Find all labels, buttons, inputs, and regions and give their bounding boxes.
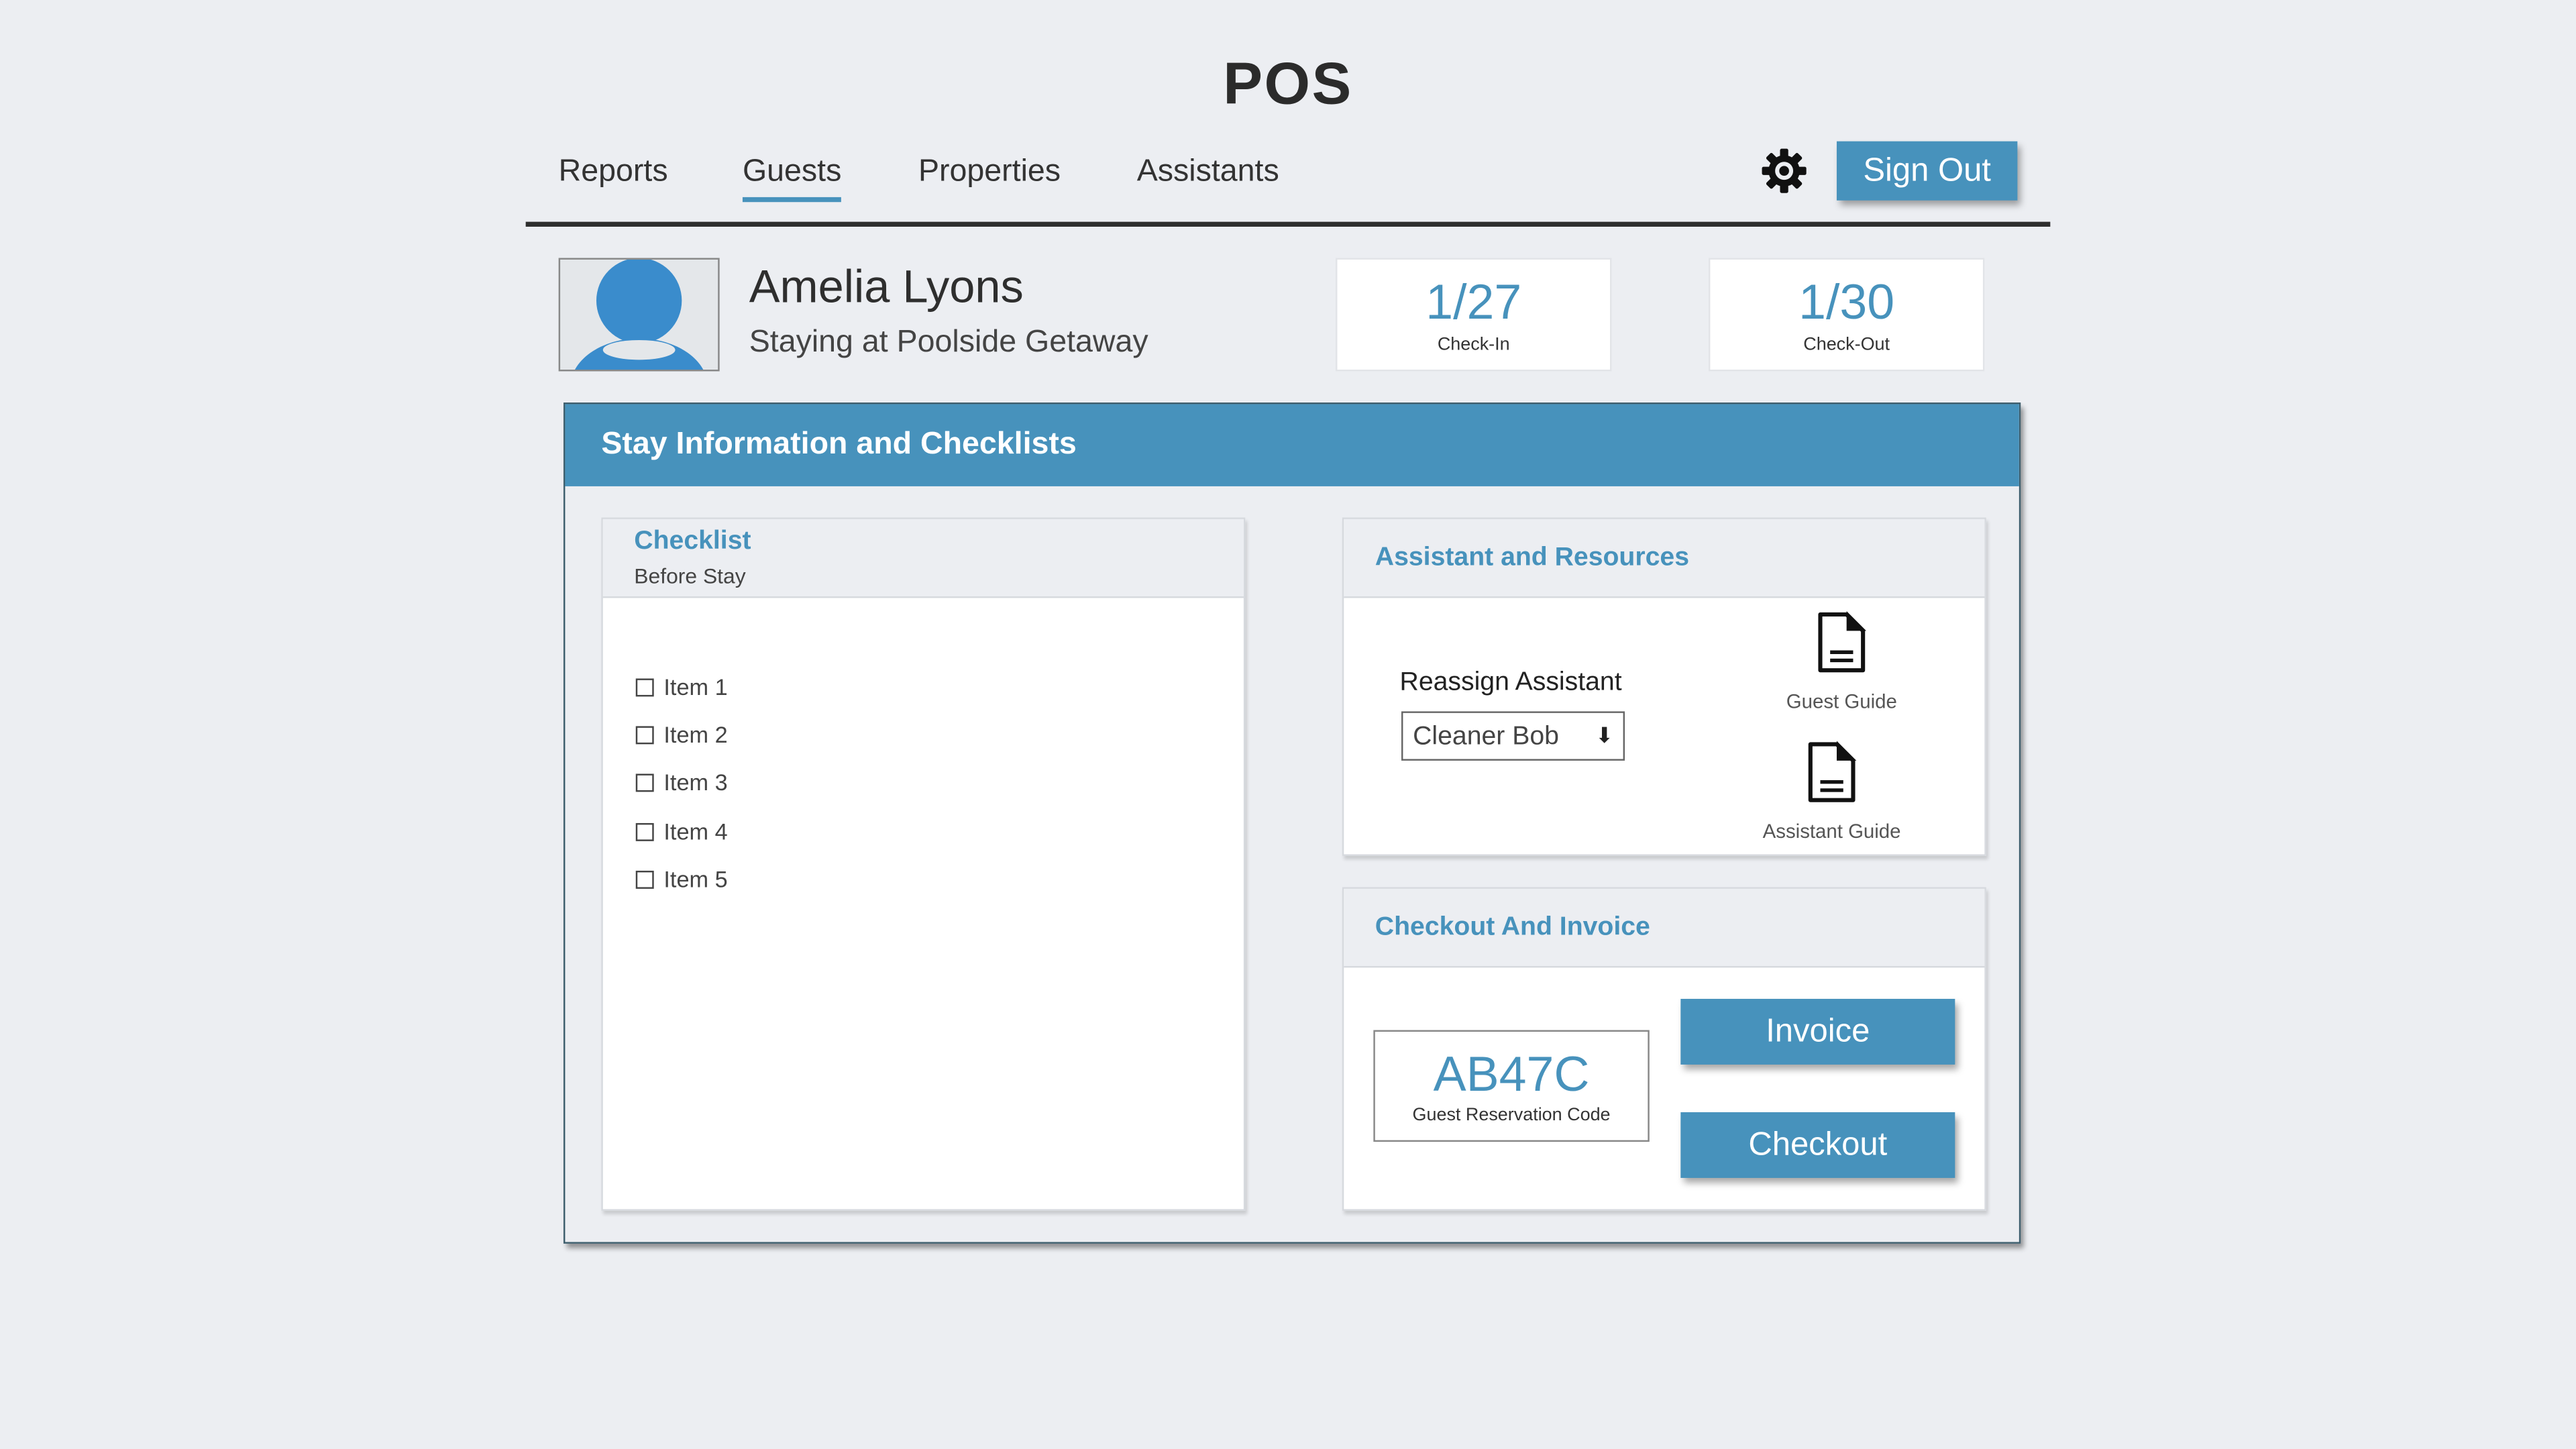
checklist-item[interactable]: Item 4 bbox=[635, 818, 728, 845]
checkbox[interactable] bbox=[635, 869, 654, 888]
checkbox[interactable] bbox=[635, 822, 654, 841]
check-in-date: 1/27 bbox=[1426, 276, 1522, 331]
guest-name: Amelia Lyons bbox=[749, 261, 1024, 313]
sign-out-button[interactable]: Sign Out bbox=[1836, 141, 2018, 201]
checkbox[interactable] bbox=[635, 773, 654, 792]
app-window: POS Reports Guests Properties Assistants… bbox=[0, 0, 2576, 1449]
checklist-item[interactable]: Item 2 bbox=[635, 721, 728, 748]
app-title: POS bbox=[1223, 49, 1353, 117]
document-icon bbox=[1818, 611, 1867, 673]
panel-title: Stay Information and Checklists bbox=[565, 404, 2019, 486]
dropdown-arrow-icon: ⬇ bbox=[1595, 722, 1613, 748]
stay-information-panel: Stay Information and Checklists Checklis… bbox=[564, 402, 2021, 1244]
reservation-code: AB47C bbox=[1433, 1048, 1590, 1103]
checklist-item[interactable]: Item 1 bbox=[635, 674, 728, 700]
checkout-button[interactable]: Checkout bbox=[1680, 1112, 1955, 1178]
reassign-assistant-label: Reassign Assistant bbox=[1399, 668, 1622, 697]
document-icon bbox=[1808, 741, 1857, 802]
guest-guide-link[interactable]: Guest Guide bbox=[1760, 610, 1924, 713]
reservation-code-box: AB47C Guest Reservation Code bbox=[1373, 1030, 1650, 1142]
checkout-title: Checkout And Invoice bbox=[1375, 913, 1650, 942]
nav-properties[interactable]: Properties bbox=[918, 154, 1061, 191]
nav-guests[interactable]: Guests bbox=[742, 154, 842, 203]
checklist-item[interactable]: Item 5 bbox=[635, 865, 728, 892]
nav-assistants[interactable]: Assistants bbox=[1137, 154, 1279, 191]
check-in-label: Check-In bbox=[1437, 335, 1510, 355]
nav-reports[interactable]: Reports bbox=[559, 154, 668, 191]
assistant-guide-label: Assistant Guide bbox=[1762, 820, 1901, 843]
checkout-invoice-card: Checkout And Invoice AB47C Guest Reserva… bbox=[1342, 887, 1986, 1211]
user-avatar-icon bbox=[558, 258, 720, 372]
check-out-label: Check-Out bbox=[1803, 335, 1890, 355]
checklist-item-label: Item 2 bbox=[663, 721, 728, 748]
gear-icon[interactable] bbox=[1760, 146, 1809, 195]
checklist-item-label: Item 5 bbox=[663, 865, 728, 892]
check-out-date: 1/30 bbox=[1799, 276, 1895, 331]
assistant-header: Assistant and Resources bbox=[1344, 519, 1985, 598]
checkbox[interactable] bbox=[635, 725, 654, 744]
checklist-item-label: Item 3 bbox=[663, 769, 728, 796]
checklist-item-label: Item 1 bbox=[663, 674, 728, 700]
assistant-select[interactable]: Cleaner Bob ⬇ bbox=[1401, 711, 1625, 761]
guest-stay-subtitle: Staying at Poolside Getaway bbox=[749, 325, 1148, 360]
check-in-card: 1/27 Check-In bbox=[1336, 258, 1612, 372]
checklist-title: Checklist bbox=[634, 527, 751, 555]
checklist-card: Checklist Before Stay Item 1 Item 2 Item… bbox=[601, 517, 1246, 1211]
check-out-card: 1/30 Check-Out bbox=[1708, 258, 1985, 372]
checklist-subtitle: Before Stay bbox=[634, 564, 746, 588]
assistant-resources-card: Assistant and Resources Reassign Assista… bbox=[1342, 517, 1986, 856]
checklist-item[interactable]: Item 3 bbox=[635, 769, 728, 796]
assistant-title: Assistant and Resources bbox=[1375, 543, 1690, 572]
checkout-header: Checkout And Invoice bbox=[1344, 888, 1985, 968]
reservation-code-label: Guest Reservation Code bbox=[1412, 1106, 1611, 1126]
checkbox[interactable] bbox=[635, 678, 654, 696]
checklist-item-label: Item 4 bbox=[663, 818, 728, 845]
invoice-button[interactable]: Invoice bbox=[1680, 998, 1955, 1065]
guest-guide-label: Guest Guide bbox=[1786, 690, 1897, 713]
header-divider bbox=[525, 221, 2051, 227]
selected-assistant: Cleaner Bob bbox=[1413, 722, 1559, 751]
assistant-guide-link[interactable]: Assistant Guide bbox=[1750, 739, 1914, 843]
checklist-header: Checklist Before Stay bbox=[602, 519, 1244, 598]
